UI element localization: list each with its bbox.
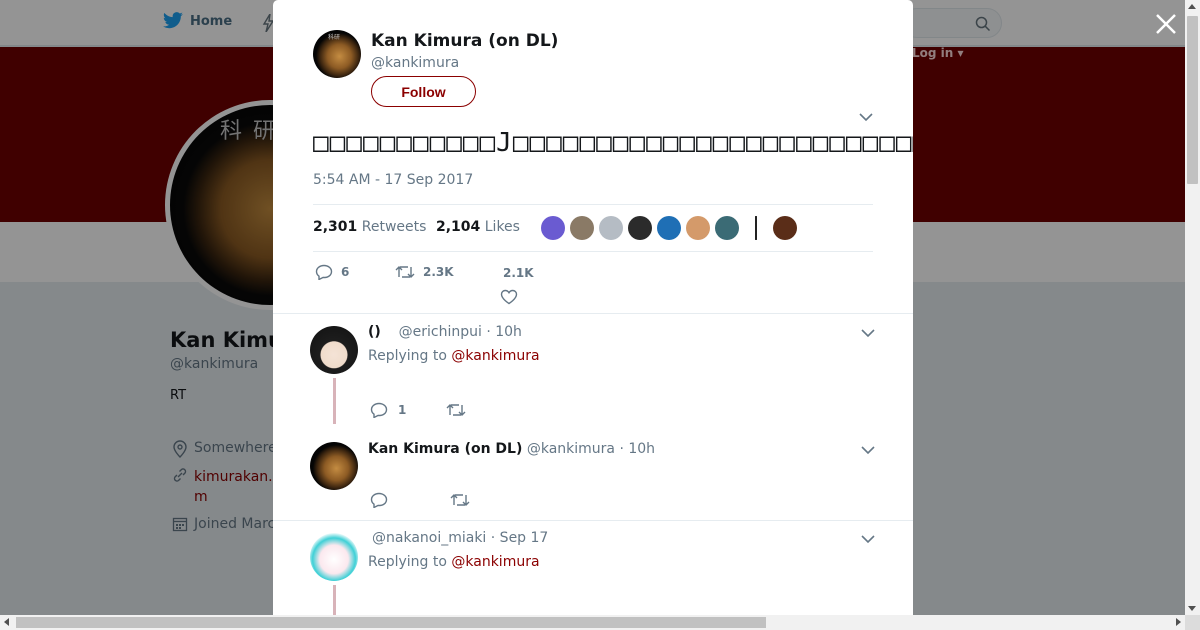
reply-avatar[interactable] — [310, 442, 358, 490]
close-icon[interactable] — [1153, 11, 1179, 37]
liker-avatar[interactable] — [715, 216, 739, 240]
replying-to-link[interactable]: @kankimura — [451, 348, 539, 364]
tweet-modal: 科研 Kan Kimura (on DL) @kankimura Follow … — [273, 0, 913, 615]
reply-actions — [370, 492, 470, 508]
like-stat[interactable]: 2,104 Likes — [436, 219, 520, 235]
scroll-left-arrow-icon[interactable] — [4, 618, 9, 626]
reply-count: 1 — [398, 403, 407, 417]
reply-header: () @erichinpui · 10h — [368, 324, 522, 340]
liker-avatar[interactable] — [628, 216, 652, 240]
liker-avatar[interactable] — [599, 216, 623, 240]
chevron-down-icon[interactable] — [861, 328, 875, 338]
chevron-down-icon[interactable] — [859, 112, 873, 122]
liker-avatar[interactable] — [570, 216, 594, 240]
tweet-author-avatar[interactable]: 科研 — [313, 30, 361, 78]
liker-avatar[interactable] — [686, 216, 710, 240]
tweet-text: □□□□□□□□□□□J□□□□□□□□□□□□□□□□□□□□□□□□□□□□… — [313, 128, 913, 158]
tweet-stats: 2,301 Retweets 2,104 Likes — [313, 204, 873, 252]
thread-line — [333, 378, 336, 424]
reply-header: @nakanoi_miaki · Sep 17 — [372, 530, 549, 546]
reply-avatar[interactable] — [310, 533, 358, 581]
tweet-author-handle[interactable]: @kankimura — [371, 55, 459, 71]
retweet-stat[interactable]: 2,301 Retweets — [313, 219, 426, 235]
replying-to: Replying to @kankimura — [368, 348, 540, 364]
reply-actions: 1 — [370, 402, 466, 418]
vertical-scrollbar[interactable] — [1185, 0, 1200, 615]
scrollbar-corner — [1185, 615, 1200, 630]
scroll-right-arrow-icon[interactable] — [1176, 618, 1181, 626]
tweet-timestamp[interactable]: 5:54 AM - 17 Sep 2017 — [313, 172, 473, 188]
scrollbar-thumb[interactable] — [1187, 16, 1198, 184]
reply-icon[interactable] — [370, 492, 388, 508]
tweet-author-name[interactable]: Kan Kimura (on DL) — [371, 31, 558, 51]
retweet-icon[interactable] — [450, 492, 470, 508]
reply-tweet[interactable]: () @erichinpui · 10h Replying to @kankim… — [273, 314, 913, 424]
reply-avatar[interactable] — [310, 326, 358, 374]
follow-button[interactable]: Follow — [371, 76, 476, 107]
reply-header: Kan Kimura (on DL) @kankimura · 10h — [368, 441, 656, 457]
replying-to-link[interactable]: @kankimura — [451, 554, 539, 570]
scrollbar-thumb[interactable] — [16, 617, 766, 628]
heart-icon[interactable] — [500, 289, 518, 305]
reply-icon[interactable] — [370, 402, 388, 418]
chevron-down-icon[interactable] — [861, 534, 875, 544]
reply-tweet[interactable]: @nakanoi_miaki · Sep 17 Replying to @kan… — [273, 521, 913, 615]
reply-button[interactable]: 6 — [315, 264, 349, 280]
liker-avatar[interactable] — [657, 216, 681, 240]
liker-avatar[interactable] — [744, 216, 768, 240]
reply-tweet[interactable]: Kan Kimura (on DL) @kankimura · 10h — [273, 430, 913, 520]
retweet-icon — [395, 266, 415, 278]
scroll-up-arrow-icon[interactable] — [1188, 4, 1196, 9]
like-count-label: 2.1K — [503, 266, 534, 280]
horizontal-scrollbar[interactable] — [0, 615, 1185, 630]
replying-to: Replying to @kankimura — [368, 554, 540, 570]
tweet-actions: 6 2.3K 2.1K — [313, 262, 873, 305]
liker-avatar[interactable] — [541, 216, 565, 240]
scroll-down-arrow-icon[interactable] — [1188, 606, 1196, 611]
retweet-button[interactable]: 2.3K — [395, 264, 454, 280]
liker-avatars — [541, 216, 797, 240]
thread-line — [333, 585, 336, 615]
retweet-icon[interactable] — [446, 402, 466, 418]
chevron-down-icon[interactable] — [861, 445, 875, 455]
reply-icon — [315, 264, 333, 280]
liker-avatar[interactable] — [773, 216, 797, 240]
